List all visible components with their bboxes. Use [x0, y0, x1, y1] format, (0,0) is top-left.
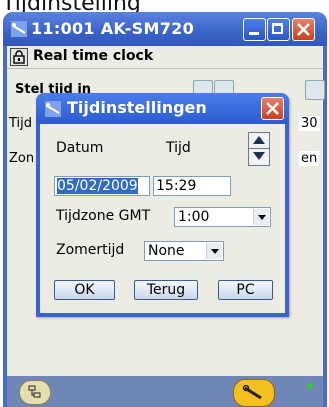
lock-button[interactable] — [10, 48, 28, 66]
time-input-value: 15:29 — [156, 178, 197, 194]
date-input-value: 05/02/2009 — [57, 178, 138, 194]
timezone-select-value: 1:00 — [178, 209, 210, 225]
minimize-button[interactable] — [243, 18, 266, 41]
maximize-icon — [272, 23, 283, 34]
close-icon — [297, 23, 310, 36]
bottom-toolbar — [7, 376, 323, 407]
main-titlebar[interactable]: 11:001 AK-SM720 — [3, 12, 327, 46]
time-header: Tijd — [166, 140, 191, 156]
wrench-icon — [242, 385, 262, 400]
pc-button[interactable]: PC — [218, 280, 273, 300]
timezone-select[interactable]: 1:00 — [174, 207, 271, 227]
chevron-down-icon[interactable] — [206, 243, 222, 259]
dst-label: Zomertijd — [56, 242, 125, 258]
maximize-button[interactable] — [267, 18, 290, 41]
dst-select-value: None — [148, 243, 185, 259]
dst-select[interactable]: None — [144, 241, 224, 261]
bg-value-2: en — [299, 151, 320, 166]
date-input[interactable]: 05/02/2009 — [54, 176, 150, 196]
tools-button[interactable] — [233, 379, 275, 407]
dialog-title: Tijdinstellingen — [67, 98, 207, 117]
ok-button[interactable]: OK — [54, 280, 115, 300]
minimize-icon — [249, 32, 259, 35]
dialog-app-icon — [45, 101, 61, 117]
time-input[interactable]: 15:29 — [153, 176, 231, 196]
time-settings-dialog: Tijdinstellingen Datum Tijd 05/02/2009 1… — [36, 93, 289, 317]
dialog-body: Datum Tijd 05/02/2009 15:29 Tijdzone GMT… — [40, 124, 285, 313]
main-window-title: 11:001 AK-SM720 — [31, 19, 195, 38]
back-button[interactable]: Terug — [134, 280, 198, 300]
close-icon — [266, 102, 279, 115]
bg-label-time: Tijd — [9, 116, 33, 131]
time-spinner[interactable] — [248, 132, 270, 166]
spin-down-icon[interactable] — [253, 152, 265, 160]
dialog-close-button[interactable] — [261, 97, 284, 120]
spinner-divider — [249, 148, 269, 149]
app-icon — [11, 21, 27, 37]
chevron-down-icon[interactable] — [253, 209, 269, 225]
lock-icon — [13, 50, 25, 64]
close-button[interactable] — [292, 18, 315, 41]
spin-up-icon[interactable] — [253, 136, 265, 144]
section-title: Real time clock — [33, 48, 154, 64]
network-icon — [28, 385, 41, 398]
date-header: Datum — [56, 140, 104, 156]
bg-label-dst: Zon — [9, 151, 35, 166]
status-dot-icon — [307, 383, 313, 389]
dialog-titlebar[interactable]: Tijdinstellingen — [36, 93, 289, 124]
section-header: Real time clock — [7, 46, 323, 69]
network-button[interactable] — [19, 380, 51, 405]
bg-nav-button-3[interactable] — [305, 80, 325, 100]
timezone-label: Tijdzone GMT — [56, 208, 151, 224]
bg-value-1: 30 — [299, 116, 320, 131]
